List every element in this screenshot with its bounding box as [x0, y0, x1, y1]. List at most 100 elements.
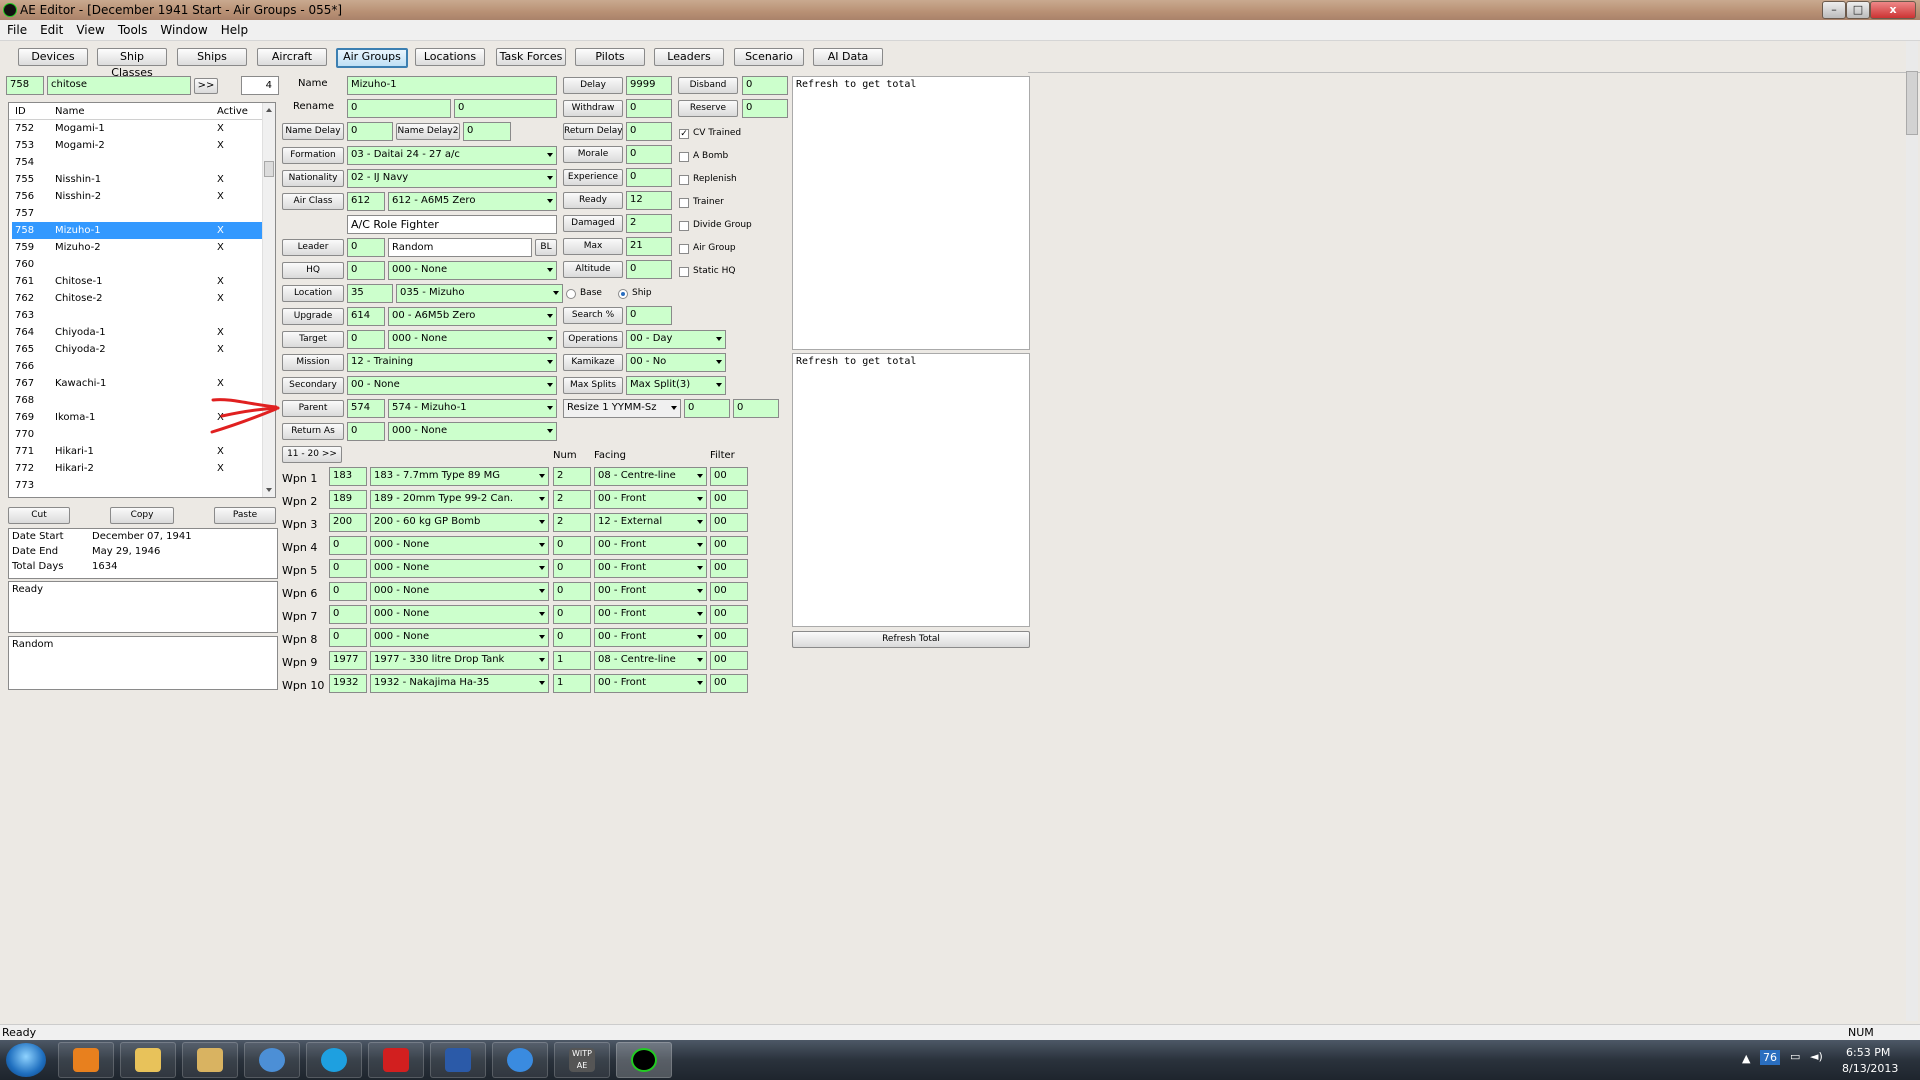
name-delay2-button[interactable]: Name Delay2 — [396, 123, 460, 140]
weapon-facing-dropdown[interactable]: 08 - Centre-line — [594, 467, 707, 486]
kamikaze-dropdown[interactable]: 00 - No — [626, 353, 726, 372]
experience-field[interactable]: 0 — [626, 168, 672, 187]
weapon-num-field[interactable]: 0 — [553, 582, 591, 601]
menu-view[interactable]: View — [69, 20, 110, 37]
col-header-id[interactable]: ID — [15, 106, 26, 117]
list-item[interactable]: 758 Mizuho-1 X — [12, 222, 262, 239]
target-id-field[interactable]: 0 — [347, 330, 385, 349]
list-scroll-thumb[interactable] — [264, 161, 274, 177]
rename-field-1[interactable]: 0 — [347, 99, 451, 118]
next-page-button[interactable]: 11 - 20 >> — [282, 446, 342, 463]
list-item[interactable]: 757 — [12, 205, 262, 222]
weapon-facing-dropdown[interactable]: 00 - Front — [594, 674, 707, 693]
experience-button[interactable]: Experience — [563, 169, 623, 186]
morale-field[interactable]: 0 — [626, 145, 672, 164]
weapon-filter-field[interactable]: 00 — [710, 513, 748, 532]
close-button[interactable]: x — [1870, 1, 1916, 19]
tray-temp[interactable]: 76 — [1760, 1050, 1780, 1065]
max-field[interactable]: 21 — [626, 237, 672, 256]
weapon-id-field[interactable]: 0 — [329, 536, 367, 555]
checkbox-trainer[interactable] — [679, 198, 689, 208]
weapon-dropdown[interactable]: 000 - None — [370, 605, 549, 624]
paste-button[interactable]: Paste — [214, 507, 276, 524]
airgroup-list[interactable]: ID Name Active 752 Mogami-1 X 753 Mogami-2 X 7… — [8, 102, 276, 498]
reserve-field[interactable]: 0 — [742, 99, 788, 118]
leader-id-field[interactable]: 0 — [347, 238, 385, 257]
weapon-filter-field[interactable]: 00 — [710, 490, 748, 509]
scroll-up-icon[interactable] — [266, 108, 272, 112]
weapon-facing-dropdown[interactable]: 00 - Front — [594, 605, 707, 624]
weapon-facing-dropdown[interactable]: 00 - Front — [594, 628, 707, 647]
location-button[interactable]: Location — [282, 285, 344, 302]
volume-icon[interactable]: ◄) — [1810, 1050, 1823, 1063]
list-item[interactable]: 759 Mizuho-2 X — [12, 239, 262, 256]
max-splits-button[interactable]: Max Splits — [563, 377, 623, 394]
formation-button[interactable]: Formation — [282, 147, 344, 164]
disband-field[interactable]: 0 — [742, 76, 788, 95]
cut-button[interactable]: Cut — [8, 507, 70, 524]
altitude-button[interactable]: Altitude — [563, 261, 623, 278]
weapon-facing-dropdown[interactable]: 08 - Centre-line — [594, 651, 707, 670]
weapon-filter-field[interactable]: 00 — [710, 559, 748, 578]
menu-edit[interactable]: Edit — [33, 20, 69, 37]
withdraw-field[interactable]: 0 — [626, 99, 672, 118]
checkbox-static-hq[interactable] — [679, 267, 689, 277]
target-dropdown[interactable]: 000 - None — [388, 330, 557, 349]
tab-devices[interactable]: Devices — [18, 48, 88, 66]
list-item[interactable]: 760 — [12, 256, 262, 273]
weapon-facing-dropdown[interactable]: 00 - Front — [594, 582, 707, 601]
delay-field[interactable]: 9999 — [626, 76, 672, 95]
tab-pilots[interactable]: Pilots — [575, 48, 645, 66]
weapon-num-field[interactable]: 0 — [553, 605, 591, 624]
refresh-total-button[interactable]: Refresh Total — [792, 631, 1030, 648]
name-delay-field[interactable]: 0 — [347, 122, 393, 141]
search-percent-button[interactable]: Search % — [563, 307, 623, 324]
upgrade-button[interactable]: Upgrade — [282, 308, 344, 325]
weapon-filter-field[interactable]: 00 — [710, 674, 748, 693]
scrollbar-thumb[interactable] — [1906, 71, 1918, 135]
target-button[interactable]: Target — [282, 331, 344, 348]
secondary-dropdown[interactable]: 00 - None — [347, 376, 557, 395]
weapon-id-field[interactable]: 200 — [329, 513, 367, 532]
weapon-dropdown[interactable]: 183 - 7.7mm Type 89 MG — [370, 467, 549, 486]
taskbar-itunes[interactable] — [492, 1042, 548, 1078]
morale-button[interactable]: Morale — [563, 146, 623, 163]
weapon-id-field[interactable]: 0 — [329, 605, 367, 624]
menu-tools[interactable]: Tools — [111, 20, 154, 37]
weapon-filter-field[interactable]: 00 — [710, 582, 748, 601]
resize-field-b[interactable]: 0 — [733, 399, 779, 418]
weapon-num-field[interactable]: 1 — [553, 651, 591, 670]
return-as-dropdown[interactable]: 000 - None — [388, 422, 557, 441]
weapon-dropdown[interactable]: 1932 - Nakajima Ha-35 — [370, 674, 549, 693]
delay-button[interactable]: Delay — [563, 77, 623, 94]
taskbar-folder[interactable] — [182, 1042, 238, 1078]
taskbar-skype[interactable] — [306, 1042, 362, 1078]
hq-button[interactable]: HQ — [282, 262, 344, 279]
menu-help[interactable]: Help — [214, 20, 254, 37]
withdraw-button[interactable]: Withdraw — [563, 100, 623, 117]
weapon-filter-field[interactable]: 00 — [710, 605, 748, 624]
list-item[interactable]: 767 Kawachi-1 X — [12, 375, 262, 392]
parent-id-field[interactable]: 574 — [347, 399, 385, 418]
maximize-button[interactable]: □ — [1846, 1, 1870, 19]
operations-button[interactable]: Operations — [563, 331, 623, 348]
search-next-button[interactable]: >> — [194, 78, 218, 94]
tab-ai-data[interactable]: AI Data — [813, 48, 883, 66]
list-item[interactable]: 754 — [12, 154, 262, 171]
list-item[interactable]: 772 Hikari-2 X — [12, 460, 262, 477]
checkbox-air-group[interactable] — [679, 244, 689, 254]
weapon-facing-dropdown[interactable]: 00 - Front — [594, 559, 707, 578]
damaged-button[interactable]: Damaged — [563, 215, 623, 232]
disband-button[interactable]: Disband — [678, 77, 738, 94]
operations-dropdown[interactable]: 00 - Day — [626, 330, 726, 349]
search-percent-field[interactable]: 0 — [626, 306, 672, 325]
tab-ships[interactable]: Ships — [177, 48, 247, 66]
leader-bl-button[interactable]: BL — [535, 239, 557, 256]
search-name-field[interactable]: chitose — [47, 76, 191, 95]
weapon-id-field[interactable]: 0 — [329, 628, 367, 647]
tab-ship-classes[interactable]: Ship Classes — [97, 48, 167, 79]
list-item[interactable]: 773 — [12, 477, 262, 494]
rename-field-2[interactable]: 0 — [454, 99, 557, 118]
weapon-dropdown[interactable]: 200 - 60 kg GP Bomb — [370, 513, 549, 532]
weapon-num-field[interactable]: 2 — [553, 490, 591, 509]
